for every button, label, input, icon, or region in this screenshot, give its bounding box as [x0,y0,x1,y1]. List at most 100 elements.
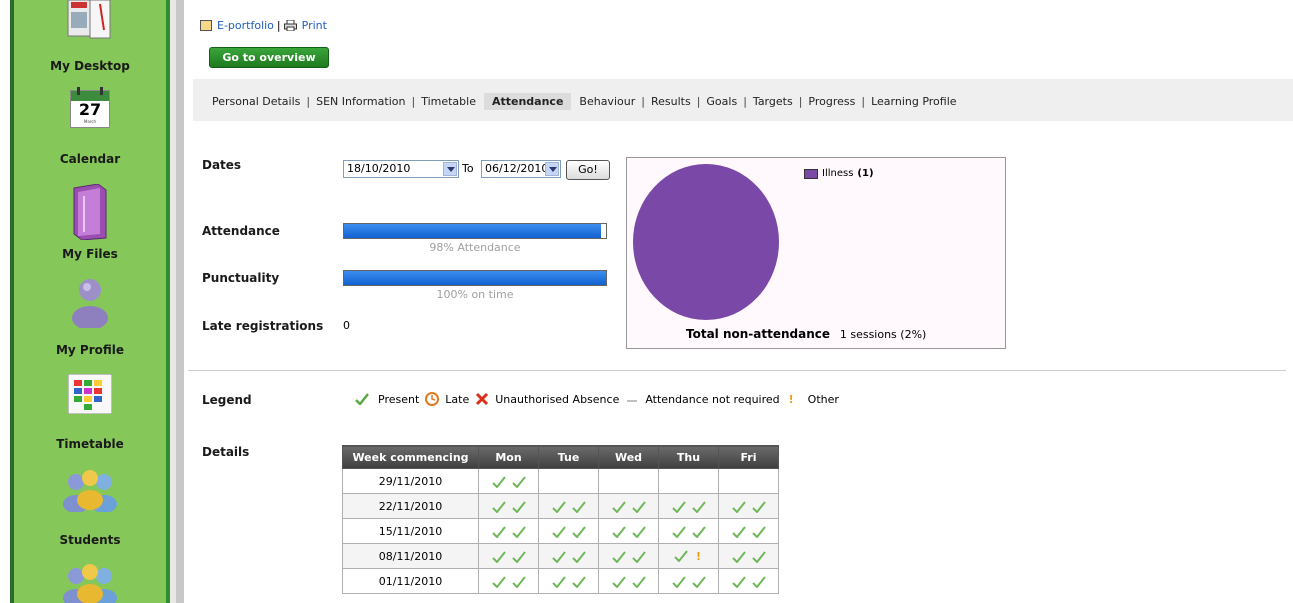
day-cell [658,568,719,594]
sidebar-label-students: Students [59,533,121,547]
sidebar-label-calendar: Calendar [59,152,121,166]
day-cell [478,543,539,569]
present-icon [751,550,766,563]
punctuality-label: Punctuality [202,271,280,285]
sidebar-item-students[interactable]: Students [14,468,166,558]
table-row: 22/11/2010 [342,493,779,519]
punctuality-progress-fill [344,271,606,285]
present-icon [511,550,526,563]
desktop-icon [67,0,111,39]
go-button[interactable]: Go! [566,160,610,180]
table-row: 01/11/2010 [342,568,779,594]
week-commencing-cell: 29/11/2010 [342,468,479,494]
legend-label: Legend [202,393,252,407]
day-cell [538,568,599,594]
day-cell: ! [658,543,719,569]
day-cell [598,568,659,594]
eportfolio-link[interactable]: E-portfolio [217,19,274,32]
sidebar-item-my-desktop[interactable]: My Desktop [14,0,166,80]
present-icon [551,575,566,588]
day-cell [478,568,539,594]
present-icon [551,525,566,538]
punctuality-progress-bar [343,270,607,286]
present-icon [511,525,526,538]
sidebar-item-timetable[interactable]: Timetable [14,370,166,460]
pie-legend-label: Illness [822,168,854,179]
attendance-progress-bar [343,223,607,239]
sidebar-item-calendar[interactable]: 27 March Calendar [14,86,166,176]
calendar-month: March [83,119,97,124]
present-icon [491,475,506,488]
week-commencing-cell: 15/11/2010 [342,518,479,544]
attendance-progress-fill [344,224,601,238]
link-separator: | [276,19,281,32]
date-from-select[interactable]: 18/10/2010 [343,160,459,178]
sidebar-item-my-files[interactable]: My Files [14,180,166,270]
present-icon [731,575,746,588]
day-cell [538,518,599,544]
present-icon [631,500,646,513]
present-icon [491,550,506,563]
print-link[interactable]: Print [302,19,327,32]
day-cell [598,493,659,519]
present-icon [631,550,646,563]
punctuality-caption: 100% on time [436,288,514,301]
sidebar-label-my-files: My Files [62,247,118,261]
present-icon [551,500,566,513]
late-registrations-value: 0 [343,319,350,332]
tab-targets[interactable]: Targets [749,95,797,108]
day-cell [478,493,539,519]
sidebar-item-my-profile[interactable]: My Profile [14,274,166,364]
present-icon [751,500,766,513]
sidebar-label-my-profile: My Profile [55,343,125,357]
not-required-icon [627,400,638,402]
present-icon [631,525,646,538]
tab-behaviour[interactable]: Behaviour [575,95,639,108]
total-non-attendance: Total non-attendance 1 sessions (2%) [686,327,926,341]
date-to-value: 06/12/2010 [485,162,549,175]
section-divider [188,370,1286,371]
date-to-select[interactable]: 06/12/2010 [481,160,561,178]
present-icon [355,393,369,405]
present-icon [673,550,688,563]
header-tue: Tue [538,445,599,469]
legend-present: Present [378,392,420,406]
tab-progress[interactable]: Progress [804,95,859,108]
late-icon [425,392,440,406]
tab-personal-details[interactable]: Personal Details [208,95,304,108]
tab-goals[interactable]: Goals [702,95,741,108]
legend-late: Late [445,392,470,406]
students-icon [63,470,117,512]
present-icon [511,475,526,488]
tab-results[interactable]: Results [647,95,695,108]
week-commencing-cell: 01/11/2010 [342,568,479,594]
week-commencing-cell: 22/11/2010 [342,493,479,519]
day-cell [538,493,599,519]
day-cell [718,468,779,494]
group-icon [63,564,117,603]
other-icon: ! [695,549,702,563]
tab-learning-profile[interactable]: Learning Profile [867,95,960,108]
late-registrations-label: Late registrations [202,319,324,333]
day-cell [598,518,659,544]
attendance-label: Attendance [202,224,280,238]
day-cell [478,518,539,544]
pie-chart [633,164,779,320]
pie-slice-illness [633,164,779,320]
tab-attendance[interactable]: Attendance [483,93,572,110]
go-to-overview-button[interactable]: Go to overview [209,47,329,68]
dates-label: Dates [202,158,242,172]
tabs: Personal Details | SEN Information | Tim… [208,93,961,110]
present-icon [571,500,586,513]
sidebar-item-more[interactable] [14,560,166,603]
day-cell [718,518,779,544]
table-row: 15/11/2010 [342,518,779,544]
present-icon [511,500,526,513]
day-cell [538,468,599,494]
day-cell [478,468,539,494]
tab-timetable[interactable]: Timetable [417,95,480,108]
week-commencing-cell: 08/11/2010 [342,543,479,569]
tab-sen-information[interactable]: SEN Information [312,95,409,108]
sidebar-label-my-desktop: My Desktop [50,59,130,73]
table-row: 08/11/2010! [342,543,779,569]
